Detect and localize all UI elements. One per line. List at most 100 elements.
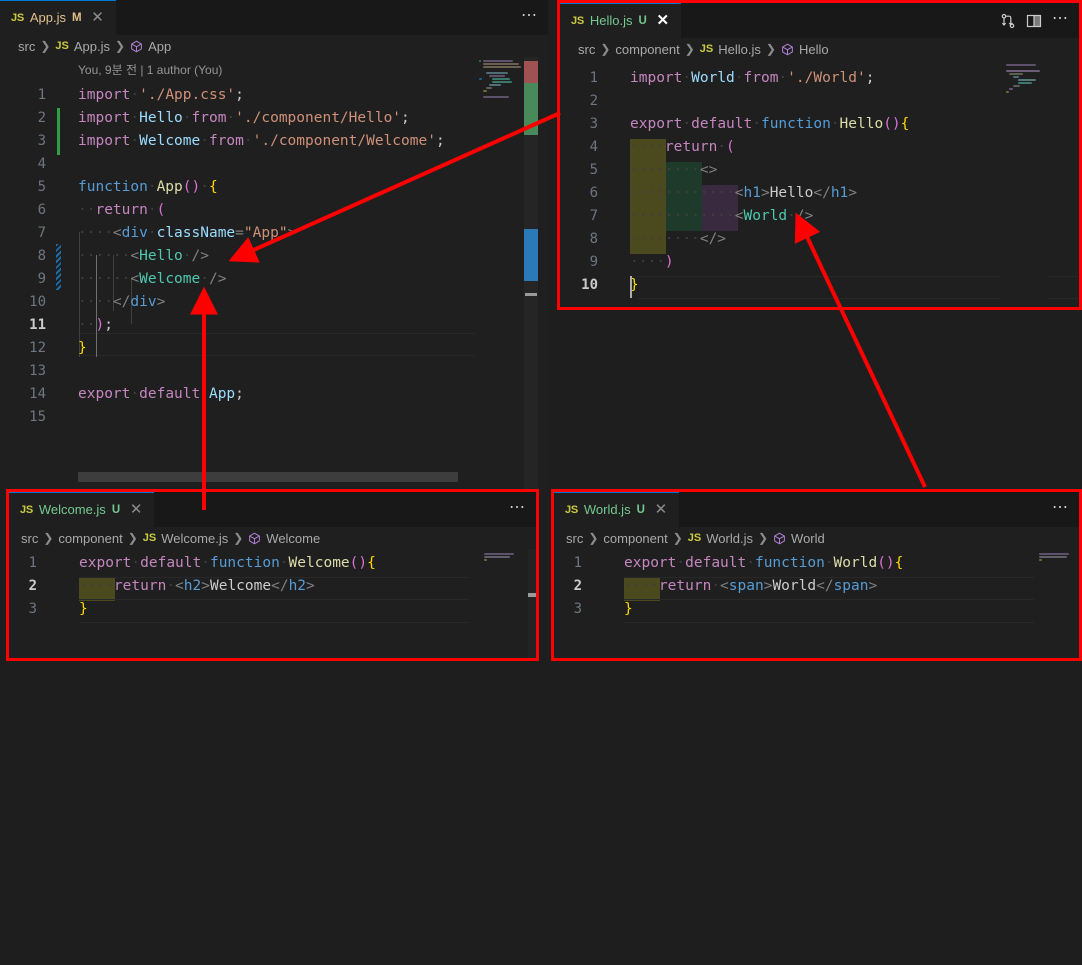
minimap-change-marker	[479, 60, 481, 62]
tab-welcomejs[interactable]: JS Welcome.js U ✕	[9, 492, 155, 527]
breadcrumb-item-src[interactable]: src	[566, 531, 583, 546]
minimap-line	[1013, 76, 1019, 78]
tab-label: App.js	[29, 10, 66, 25]
overflow-icon[interactable]: ⋯	[1052, 499, 1069, 520]
line-number: 1	[37, 87, 46, 103]
code-line-14: export·default·App;	[78, 386, 244, 402]
code-line-1: export·default·function·Welcome(){	[79, 555, 376, 571]
horizontal-scrollbar-appjs[interactable]	[78, 472, 458, 482]
line-number-current: 2	[28, 578, 37, 594]
breadcrumb-item-src[interactable]: src	[21, 531, 38, 546]
js-file-icon: JS	[11, 11, 24, 24]
breadcrumb-item-symbol[interactable]: Welcome	[266, 531, 320, 546]
chevron-right-icon: ❯	[40, 39, 51, 53]
minimap-line	[483, 96, 509, 98]
breadcrumb-item-file[interactable]: Welcome.js	[161, 531, 228, 546]
minimap-change-marker	[479, 78, 482, 80]
breadcrumb-item-folder[interactable]: component	[603, 531, 667, 546]
line-number: 4	[589, 139, 598, 155]
git-blame-annotation: You, 9분 전 | 1 author (You)	[78, 63, 223, 77]
code-line-5: ········<>	[630, 162, 718, 178]
close-icon[interactable]: ✕	[90, 10, 106, 25]
overflow-icon[interactable]: ⋯	[509, 499, 526, 520]
minimap-welcomejs[interactable]	[479, 549, 524, 658]
overview-marker-added	[524, 83, 538, 135]
source-control-compare-icon[interactable]	[1000, 13, 1016, 29]
symbol-class-icon	[130, 39, 143, 54]
code-line-10: ····</div>	[78, 294, 166, 310]
line-number: 1	[28, 555, 37, 571]
split-editor-icon[interactable]	[1026, 13, 1042, 29]
line-number: 2	[37, 110, 46, 126]
js-file-icon: JS	[142, 532, 157, 544]
line-number: 3	[28, 601, 37, 617]
line-number: 9	[37, 271, 46, 287]
minimap-line	[483, 60, 513, 62]
chevron-right-icon: ❯	[684, 42, 695, 56]
code-line-2: ····return·<h2>Welcome</h2>	[79, 578, 315, 594]
overview-marker-modified	[524, 229, 538, 281]
line-separator	[624, 600, 1034, 623]
code-line-12: }	[78, 340, 87, 356]
tab-appjs[interactable]: JS App.js M ✕	[0, 0, 116, 35]
chevron-right-icon: ❯	[233, 531, 244, 545]
editor-actions-worldjs: ⋯	[1048, 492, 1079, 527]
tabbar-empty-space	[115, 0, 517, 35]
code-line-7: ····<div·className="App">	[78, 225, 297, 241]
tab-status-badge: M	[72, 11, 82, 24]
tab-worldjs[interactable]: JS World.js U ✕	[554, 492, 679, 527]
code-line-11: ··);	[78, 317, 113, 333]
code-line-2: ····return·<span>World</span>	[624, 578, 878, 594]
current-line-highlight	[78, 333, 476, 356]
breadcrumb-item-symbol[interactable]: App	[148, 39, 171, 54]
breadcrumb-item-file[interactable]: App.js	[74, 39, 110, 54]
minimap-worldjs[interactable]	[1034, 549, 1079, 658]
line-number: 12	[29, 340, 46, 356]
code-line-1: export·default·function·World(){	[624, 555, 904, 571]
breadcrumb-item-src[interactable]: src	[578, 42, 595, 57]
close-icon[interactable]: ✕	[128, 502, 144, 517]
breadcrumb-welcomejs: src ❯ component ❯ JS Welcome.js ❯ Welcom…	[9, 527, 536, 549]
line-number: 4	[37, 156, 46, 172]
minimap-line	[484, 559, 487, 561]
breadcrumb-item-folder[interactable]: component	[615, 42, 679, 57]
chevron-right-icon: ❯	[115, 39, 126, 53]
overflow-icon[interactable]: ⋯	[1052, 10, 1069, 31]
chevron-right-icon: ❯	[672, 531, 683, 545]
minimap-line	[1013, 85, 1020, 87]
code-line-3: export·default·function·Hello(){	[630, 116, 910, 132]
overview-ruler-appjs[interactable]	[524, 57, 538, 489]
line-number: 3	[573, 601, 582, 617]
breadcrumb-item-symbol[interactable]: Hello	[799, 42, 829, 57]
tab-label: Hello.js	[589, 13, 633, 28]
minimap-hellojs[interactable]	[1000, 60, 1048, 305]
minimap-appjs[interactable]	[475, 57, 523, 489]
tab-hellojs[interactable]: JS Hello.js U ✕	[560, 3, 681, 38]
line-number: 15	[29, 409, 46, 425]
tab-status-badge: U	[636, 503, 645, 516]
breadcrumb-item-file[interactable]: Hello.js	[718, 42, 761, 57]
overflow-icon[interactable]: ⋯	[521, 7, 538, 28]
tab-status-badge: U	[638, 14, 647, 27]
chevron-right-icon: ❯	[127, 531, 138, 545]
line-number: 1	[589, 70, 598, 86]
line-number: 9	[589, 254, 598, 270]
breadcrumb-hellojs: src ❯ component ❯ JS Hello.js ❯ Hello	[560, 38, 1079, 60]
minimap-line	[489, 84, 501, 86]
breadcrumb-item-folder[interactable]: component	[58, 531, 122, 546]
tabbar-welcomejs: JS Welcome.js U ✕ ⋯	[9, 492, 536, 527]
breadcrumb-item-symbol[interactable]: World	[791, 531, 825, 546]
line-number-current: 10	[581, 277, 598, 293]
js-file-icon: JS	[687, 532, 702, 544]
line-number: 5	[37, 179, 46, 195]
close-icon[interactable]: ✕	[653, 502, 669, 517]
overview-ruler-welcomejs[interactable]	[528, 549, 536, 658]
tab-status-badge: U	[111, 503, 121, 516]
code-line-5: function·App()·{	[78, 179, 218, 195]
breadcrumb-item-src[interactable]: src	[18, 39, 35, 54]
editor-actions-hellojs: ⋯	[996, 3, 1079, 38]
minimap-line	[492, 78, 510, 80]
breadcrumb-item-file[interactable]: World.js	[706, 531, 753, 546]
close-icon[interactable]: ✕	[655, 13, 671, 28]
editor-panel-appjs: JS App.js M ✕ ⋯ src ❯ JS App.js ❯ App Yo…	[0, 0, 548, 490]
